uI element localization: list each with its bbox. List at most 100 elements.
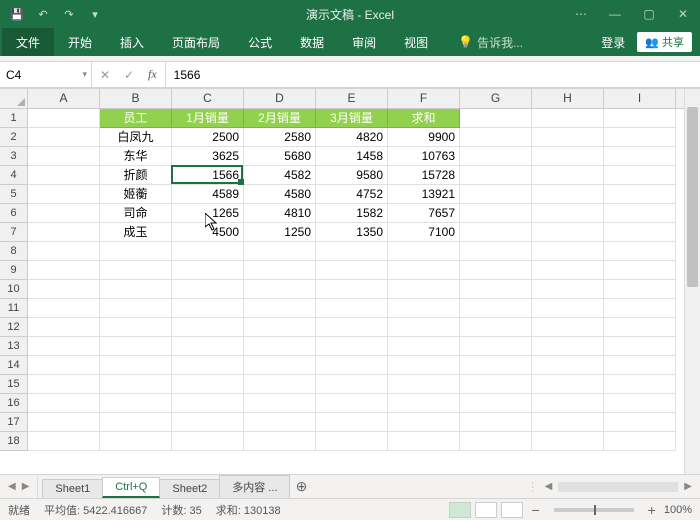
tab-页面布局[interactable]: 页面布局 bbox=[158, 28, 234, 56]
cell[interactable] bbox=[532, 242, 604, 261]
cell[interactable] bbox=[316, 337, 388, 356]
cell[interactable] bbox=[532, 166, 604, 185]
cell[interactable] bbox=[316, 432, 388, 451]
zoom-out-button[interactable]: − bbox=[527, 502, 543, 518]
ribbon-options-icon[interactable]: ⋯ bbox=[564, 0, 598, 28]
accept-formula-icon[interactable]: ✓ bbox=[120, 68, 138, 82]
cell[interactable] bbox=[100, 280, 172, 299]
minimize-icon[interactable]: — bbox=[598, 0, 632, 28]
cell[interactable] bbox=[604, 280, 676, 299]
cell[interactable] bbox=[316, 394, 388, 413]
hscroll-right-icon[interactable]: ▶ bbox=[682, 481, 694, 492]
cell[interactable]: 姬蘅 bbox=[100, 185, 172, 204]
cell[interactable] bbox=[28, 375, 100, 394]
cell[interactable] bbox=[388, 261, 460, 280]
sheet-tab-Ctrl+Q[interactable]: Ctrl+Q bbox=[102, 477, 160, 498]
row-header-5[interactable]: 5 bbox=[0, 185, 27, 204]
cell[interactable] bbox=[100, 356, 172, 375]
cell[interactable] bbox=[460, 223, 532, 242]
cell[interactable] bbox=[244, 432, 316, 451]
row-header-9[interactable]: 9 bbox=[0, 261, 27, 280]
cell[interactable] bbox=[388, 432, 460, 451]
cell[interactable] bbox=[460, 394, 532, 413]
cell[interactable] bbox=[172, 356, 244, 375]
cell[interactable] bbox=[460, 356, 532, 375]
cell[interactable] bbox=[100, 413, 172, 432]
row-header-11[interactable]: 11 bbox=[0, 299, 27, 318]
redo-icon[interactable]: ↷ bbox=[58, 4, 80, 24]
cell[interactable] bbox=[28, 394, 100, 413]
cell[interactable] bbox=[532, 413, 604, 432]
row-header-14[interactable]: 14 bbox=[0, 356, 27, 375]
cell[interactable] bbox=[532, 299, 604, 318]
cell[interactable] bbox=[532, 147, 604, 166]
cell[interactable] bbox=[532, 375, 604, 394]
add-sheet-button[interactable]: ⊕ bbox=[289, 475, 313, 498]
cell[interactable]: 员工 bbox=[100, 109, 172, 128]
cell[interactable] bbox=[172, 375, 244, 394]
vertical-scrollbar-thumb[interactable] bbox=[687, 107, 698, 287]
cell[interactable] bbox=[532, 394, 604, 413]
cell[interactable] bbox=[172, 394, 244, 413]
cell[interactable]: 4752 bbox=[316, 185, 388, 204]
cell[interactable] bbox=[604, 318, 676, 337]
cell[interactable]: 7100 bbox=[388, 223, 460, 242]
cell[interactable] bbox=[316, 242, 388, 261]
cell[interactable] bbox=[388, 394, 460, 413]
cell[interactable] bbox=[460, 337, 532, 356]
cell[interactable] bbox=[244, 318, 316, 337]
row-header-2[interactable]: 2 bbox=[0, 128, 27, 147]
vertical-scrollbar[interactable] bbox=[684, 89, 700, 474]
cell[interactable] bbox=[100, 261, 172, 280]
cell[interactable] bbox=[532, 280, 604, 299]
cell[interactable]: 1582 bbox=[316, 204, 388, 223]
signin-button[interactable]: 登录 bbox=[595, 34, 631, 51]
sheet-tab-Sheet1[interactable]: Sheet1 bbox=[42, 479, 103, 498]
cell[interactable] bbox=[460, 299, 532, 318]
col-header-I[interactable]: I bbox=[604, 89, 676, 108]
cell[interactable] bbox=[388, 242, 460, 261]
cell[interactable] bbox=[604, 128, 676, 147]
cell[interactable]: 东华 bbox=[100, 147, 172, 166]
cell[interactable]: 15728 bbox=[388, 166, 460, 185]
cell[interactable] bbox=[100, 337, 172, 356]
view-normal-icon[interactable] bbox=[449, 502, 471, 518]
cell[interactable] bbox=[172, 242, 244, 261]
cell[interactable] bbox=[532, 318, 604, 337]
col-header-H[interactable]: H bbox=[532, 89, 604, 108]
cell[interactable]: 13921 bbox=[388, 185, 460, 204]
tab-审阅[interactable]: 审阅 bbox=[338, 28, 390, 56]
cell[interactable]: 折颜 bbox=[100, 166, 172, 185]
cell[interactable] bbox=[28, 261, 100, 280]
row-header-13[interactable]: 13 bbox=[0, 337, 27, 356]
tab-插入[interactable]: 插入 bbox=[106, 28, 158, 56]
cell[interactable] bbox=[100, 375, 172, 394]
cell[interactable] bbox=[244, 413, 316, 432]
row-header-10[interactable]: 10 bbox=[0, 280, 27, 299]
row-header-1[interactable]: 1 bbox=[0, 109, 27, 128]
cell[interactable] bbox=[28, 223, 100, 242]
cell[interactable]: 9580 bbox=[316, 166, 388, 185]
tab-split-handle[interactable]: ⋮ bbox=[527, 480, 539, 494]
cell[interactable]: 1265 bbox=[172, 204, 244, 223]
cell[interactable]: 4580 bbox=[244, 185, 316, 204]
cell[interactable]: 9900 bbox=[388, 128, 460, 147]
cell[interactable] bbox=[100, 299, 172, 318]
sheet-tab-Sheet2[interactable]: Sheet2 bbox=[159, 479, 220, 498]
qat-customize-icon[interactable]: ▾ bbox=[84, 4, 106, 24]
cell[interactable] bbox=[532, 261, 604, 280]
cell[interactable] bbox=[532, 109, 604, 128]
cell[interactable]: 10763 bbox=[388, 147, 460, 166]
cell[interactable] bbox=[460, 109, 532, 128]
cell[interactable] bbox=[388, 318, 460, 337]
cell[interactable] bbox=[604, 299, 676, 318]
maximize-icon[interactable]: ▢ bbox=[632, 0, 666, 28]
cell[interactable]: 1566 bbox=[172, 166, 244, 185]
cell[interactable] bbox=[460, 185, 532, 204]
formula-input[interactable]: 1566 bbox=[166, 62, 700, 87]
cell[interactable]: 1250 bbox=[244, 223, 316, 242]
cell[interactable] bbox=[316, 413, 388, 432]
cell[interactable]: 3月销量 bbox=[316, 109, 388, 128]
cell[interactable] bbox=[316, 375, 388, 394]
cell[interactable] bbox=[460, 280, 532, 299]
